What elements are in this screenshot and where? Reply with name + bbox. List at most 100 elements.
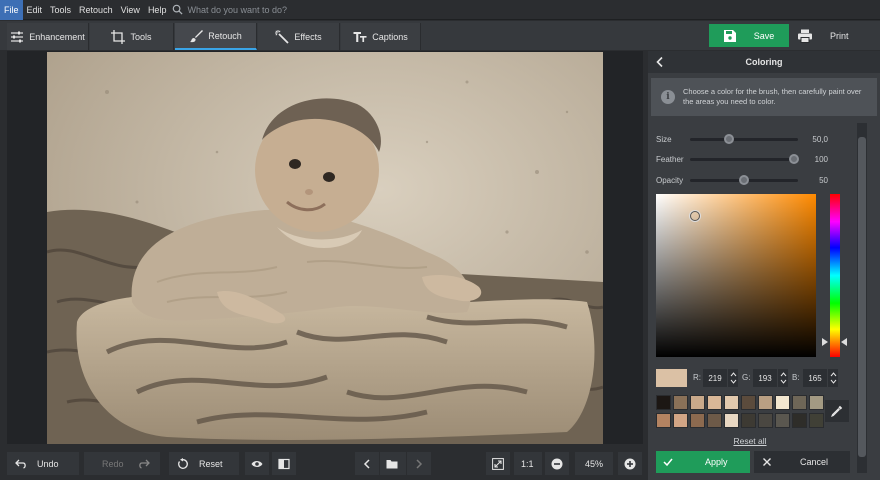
color-swatch[interactable]: [673, 413, 688, 428]
blue-value-input[interactable]: 165: [803, 369, 827, 387]
menu-edit[interactable]: Edit: [23, 0, 47, 20]
hue-pointer-right-icon: [841, 338, 847, 346]
chevron-right-icon: [416, 458, 423, 469]
panel-scrollbar[interactable]: [857, 123, 867, 473]
scrollbar-thumb[interactable]: [858, 137, 866, 457]
apply-button[interactable]: Apply: [656, 451, 750, 473]
color-swatch[interactable]: [809, 395, 824, 410]
color-swatch[interactable]: [741, 395, 756, 410]
eyedropper-button[interactable]: [825, 400, 849, 422]
menu-tools[interactable]: Tools: [46, 0, 75, 20]
color-swatch[interactable]: [690, 413, 705, 428]
color-swatch[interactable]: [758, 413, 773, 428]
zoom-level[interactable]: 45%: [575, 452, 613, 475]
color-swatch[interactable]: [809, 413, 824, 428]
menu-retouch[interactable]: Retouch: [75, 0, 117, 20]
tab-label: Tools: [130, 31, 152, 42]
compare-button[interactable]: [272, 452, 296, 475]
menu-file[interactable]: File: [0, 0, 23, 20]
preview-button[interactable]: [245, 452, 269, 475]
printer-icon: [798, 29, 812, 43]
color-swatch[interactable]: [775, 395, 790, 410]
back-arrow-icon[interactable]: [654, 56, 666, 68]
tab-enhancement[interactable]: Enhancement: [7, 23, 89, 50]
info-icon: i: [661, 90, 675, 104]
current-color-swatch: [656, 369, 687, 387]
opacity-value: 50: [819, 175, 828, 185]
tab-retouch[interactable]: Retouch: [175, 23, 257, 50]
stepper-arrows-icon: [830, 372, 836, 384]
zoom-in-button[interactable]: [618, 452, 642, 475]
cancel-button[interactable]: Cancel: [754, 451, 850, 473]
feather-slider[interactable]: Feather 100: [656, 152, 856, 166]
brush-icon: [190, 29, 204, 42]
tab-label: Retouch: [208, 30, 242, 41]
color-swatch[interactable]: [690, 395, 705, 410]
coloring-panel: Coloring i Choose a color for the brush,…: [648, 51, 880, 480]
slider-track[interactable]: [690, 133, 798, 144]
color-swatch[interactable]: [792, 413, 807, 428]
slider-track[interactable]: [690, 174, 798, 185]
redo-icon: [138, 459, 150, 469]
tab-label: Enhancement: [29, 31, 85, 42]
redo-button[interactable]: Redo: [84, 452, 160, 475]
slider-thumb[interactable]: [723, 133, 734, 144]
menu-help[interactable]: Help: [144, 0, 171, 20]
opacity-slider[interactable]: Opacity 50: [656, 173, 856, 187]
color-swatch[interactable]: [724, 413, 739, 428]
hue-slider[interactable]: [830, 194, 840, 357]
red-stepper[interactable]: [728, 369, 738, 387]
menu-bar: File Edit Tools Retouch View Help: [0, 0, 880, 20]
red-value-input[interactable]: 219: [703, 369, 727, 387]
undo-label: Undo: [37, 458, 59, 469]
open-folder-button[interactable]: [380, 452, 406, 475]
tab-label: Captions: [372, 31, 408, 42]
tab-tools[interactable]: Tools: [90, 23, 174, 50]
panel-header: Coloring: [648, 51, 880, 73]
saturation-brightness-field[interactable]: [656, 194, 816, 357]
color-swatch[interactable]: [724, 395, 739, 410]
color-swatch[interactable]: [741, 413, 756, 428]
green-value-input[interactable]: 193: [753, 369, 777, 387]
tab-captions[interactable]: Captions: [341, 23, 421, 50]
color-swatch[interactable]: [792, 395, 807, 410]
r-label: R:: [693, 373, 701, 382]
next-image-button[interactable]: [407, 452, 431, 475]
color-swatch[interactable]: [707, 395, 722, 410]
minus-circle-icon: [551, 458, 563, 469]
previous-image-button[interactable]: [355, 452, 379, 475]
slider-thumb[interactable]: [788, 153, 799, 164]
color-swatch[interactable]: [758, 395, 773, 410]
color-swatch[interactable]: [673, 395, 688, 410]
color-picker-handle[interactable]: [690, 211, 700, 221]
color-swatch[interactable]: [656, 395, 671, 410]
chevron-left-icon: [363, 458, 370, 469]
color-swatch[interactable]: [707, 413, 722, 428]
reset-button[interactable]: Reset: [169, 452, 239, 475]
sliders-icon: [11, 31, 24, 42]
photo-image[interactable]: [47, 52, 603, 444]
size-slider[interactable]: Size 50,0: [656, 132, 856, 146]
reset-label: Reset: [199, 458, 223, 469]
color-swatch[interactable]: [775, 413, 790, 428]
color-swatch[interactable]: [656, 413, 671, 428]
zoom-out-button[interactable]: [545, 452, 569, 475]
actual-size-button[interactable]: 1:1: [514, 452, 542, 475]
menu-view[interactable]: View: [117, 0, 144, 20]
blue-stepper[interactable]: [828, 369, 838, 387]
slider-thumb[interactable]: [739, 174, 749, 185]
print-label: Print: [830, 30, 849, 41]
fit-to-window-button[interactable]: [486, 452, 510, 475]
tab-effects[interactable]: Effects: [258, 23, 340, 50]
command-search: [172, 0, 358, 20]
print-button[interactable]: Print: [792, 24, 874, 47]
save-button[interactable]: Save: [709, 24, 789, 47]
reset-all-link[interactable]: Reset all: [720, 436, 780, 446]
folder-icon: [386, 459, 398, 468]
magic-wand-icon: [275, 29, 289, 44]
search-input[interactable]: [187, 4, 358, 15]
slider-track[interactable]: [690, 153, 799, 164]
vintage-baby-photo: [47, 52, 603, 444]
green-stepper[interactable]: [778, 369, 788, 387]
undo-button[interactable]: Undo: [7, 452, 79, 475]
